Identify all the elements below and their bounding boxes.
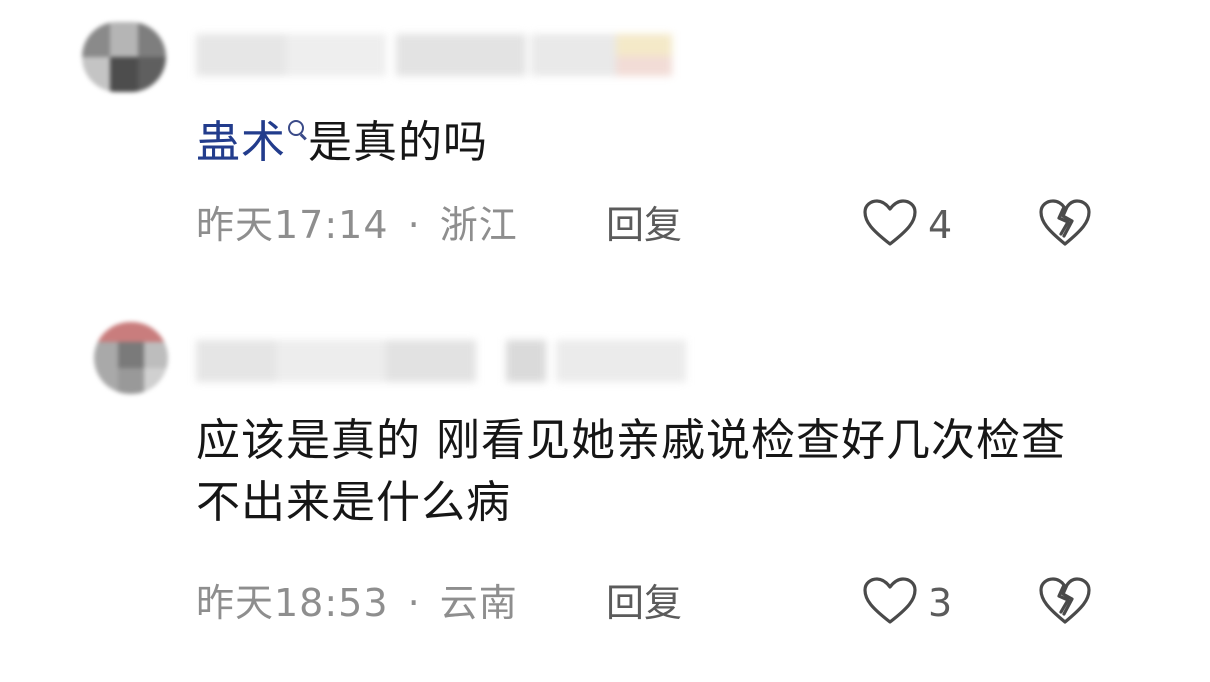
username-blurred[interactable] xyxy=(196,30,676,80)
search-icon[interactable] xyxy=(286,118,308,148)
avatar[interactable] xyxy=(94,322,168,394)
comment-text: 应该是真的 刚看见她亲戚说检查好几次检查不出来是什么病 xyxy=(196,415,1066,528)
heart-outline-icon[interactable] xyxy=(862,198,918,248)
comment-meta: 昨天18:53 · 云南 xyxy=(196,578,518,628)
reply-button[interactable]: 回复 xyxy=(606,578,682,628)
avatar[interactable] xyxy=(82,22,166,92)
comment-item: 应该是真的 刚看见她亲戚说检查好几次检查不出来是什么病 昨天18:53 · 云南… xyxy=(0,300,1210,682)
username-blurred[interactable] xyxy=(196,336,696,386)
heart-outline-icon[interactable] xyxy=(862,576,918,626)
broken-heart-icon[interactable] xyxy=(1038,576,1092,626)
like-count: 3 xyxy=(928,581,953,625)
topic-link[interactable]: 蛊术 xyxy=(196,117,286,168)
comment-location: 浙江 xyxy=(439,203,518,247)
comment-time: 昨天18:53 xyxy=(196,581,389,625)
meta-separator: · xyxy=(407,581,421,625)
reply-button[interactable]: 回复 xyxy=(606,200,682,250)
comment-body: 是真的吗 xyxy=(308,117,488,168)
meta-separator: · xyxy=(407,203,421,247)
comment-meta: 昨天17:14 · 浙江 xyxy=(196,200,518,250)
comment-text: 蛊术 是真的吗 xyxy=(196,112,488,174)
comment-item: 蛊术 是真的吗 昨天17:14 · 浙江 回复 4 xyxy=(0,0,1210,300)
comment-location: 云南 xyxy=(439,581,518,625)
like-count: 4 xyxy=(928,203,953,247)
broken-heart-icon[interactable] xyxy=(1038,198,1092,248)
comment-time: 昨天17:14 xyxy=(196,203,389,247)
